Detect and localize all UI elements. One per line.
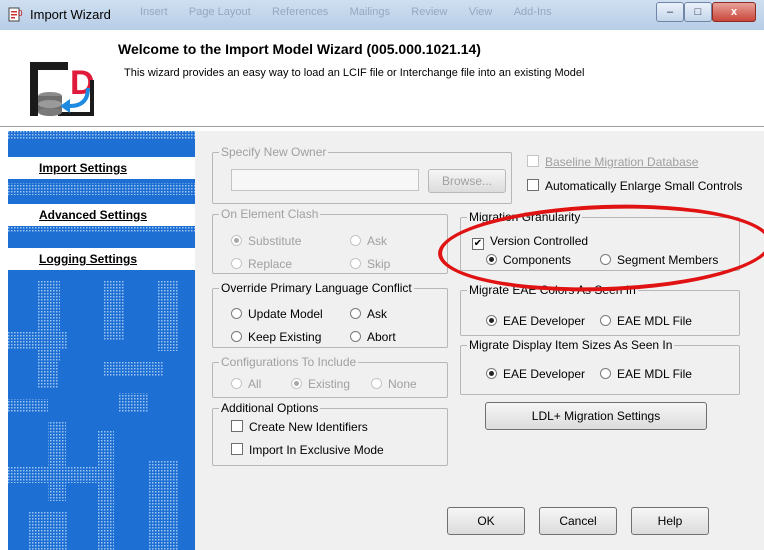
import-settings-panel: Specify New Owner Browse... Baseline Mig… [195,131,764,550]
configurations-title: Configurations To Include [219,355,359,369]
exclusive-mode-checkbox[interactable]: Import In Exclusive Mode [231,443,384,457]
help-button[interactable]: Help [631,507,709,535]
config-none-radio[interactable]: None [371,377,417,391]
svg-text:0: 0 [18,9,23,18]
clash-substitute-radio[interactable]: Substitute [231,234,301,248]
config-all-radio[interactable]: All [231,377,261,391]
additional-options-group: Additional Options [212,401,448,466]
colors-eae-developer-radio[interactable]: EAE Developer [486,314,585,328]
none-label: None [388,377,417,391]
colors-eae-mdl-radio[interactable]: EAE MDL File [600,314,692,328]
override-ask-radio[interactable]: Ask [350,307,387,321]
settings-sidebar: Import Settings Advanced Settings Loggin… [8,131,195,550]
clash-skip-radio[interactable]: Skip [350,257,390,271]
sizes-developer-label: EAE Developer [503,367,586,381]
import-wizard-icon: 0 [8,7,23,22]
existing-label: Existing [308,377,351,391]
all-label: All [248,377,262,391]
browse-button[interactable]: Browse... [428,169,506,193]
config-existing-radio[interactable]: Existing [291,377,350,391]
exclusive-mode-label: Import In Exclusive Mode [249,443,384,457]
window-title: Import Wizard [30,7,111,22]
checkbox-box [527,179,539,191]
ghost-tab: Page Layout [188,6,251,18]
wizard-title: Welcome to the Import Model Wizard (005.… [118,41,481,57]
title-bar: 0 Import Wizard Insert Page Layout Refer… [0,0,764,31]
ghost-tab: Mailings [349,6,390,18]
sidebar-item-import-settings[interactable]: Import Settings [8,157,195,179]
sizes-mdl-label: EAE MDL File [617,367,692,381]
display-sizes-title: Migrate Display Item Sizes As Seen In [467,338,675,352]
update-model-label: Update Model [248,307,323,321]
sidebar-item-logging-settings[interactable]: Logging Settings [8,248,195,270]
colors-developer-label: EAE Developer [503,314,586,328]
sidebar-pattern [8,131,195,550]
clash-ask-radio[interactable]: Ask [350,234,387,248]
wizard-description: This wizard provides an easy way to load… [124,67,585,79]
abort-label: Abort [367,330,396,344]
enlarge-controls-checkbox[interactable]: Automatically Enlarge Small Controls [527,179,742,193]
background-ribbon-tabs: Insert Page Layout References Mailings R… [140,4,580,24]
keep-existing-label: Keep Existing [248,330,322,344]
close-button[interactable]: x [712,2,756,22]
ask-label: Ask [367,234,388,248]
create-identifiers-label: Create New Identifiers [249,420,368,434]
override-ask-label: Ask [367,307,388,321]
sizes-eae-developer-radio[interactable]: EAE Developer [486,367,585,381]
ghost-tab: View [468,6,493,18]
baseline-label: Baseline Migration Database [545,155,699,169]
import-model-logo-icon: D [30,62,96,116]
clash-replace-radio[interactable]: Replace [231,257,292,271]
substitute-label: Substitute [248,234,302,248]
maximize-button[interactable]: □ [684,2,712,22]
ldl-migration-settings-button[interactable]: LDL+ Migration Settings [485,402,707,430]
checkbox-box [527,155,539,167]
ok-button[interactable]: OK [447,507,525,535]
enlarge-label: Automatically Enlarge Small Controls [545,179,743,193]
owner-group-title: Specify New Owner [219,145,329,159]
override-language-title: Override Primary Language Conflict [219,281,414,295]
ghost-tab: Review [411,6,448,18]
colors-mdl-label: EAE MDL File [617,314,692,328]
ghost-tab: References [271,6,329,18]
replace-label: Replace [248,257,293,271]
element-clash-title: On Element Clash [219,207,321,221]
skip-label: Skip [367,257,391,271]
ghost-tab: Insert [140,6,168,18]
override-abort-radio[interactable]: Abort [350,330,396,344]
minimize-button[interactable]: – [656,2,684,22]
ghost-tab: Add-Ins [513,6,552,18]
sizes-eae-mdl-radio[interactable]: EAE MDL File [600,367,692,381]
cancel-button[interactable]: Cancel [539,507,617,535]
eae-colors-group: Migrate EAE Colors As Seen In [460,283,740,336]
additional-options-title: Additional Options [219,401,321,415]
owner-input[interactable] [231,169,419,191]
baseline-migration-checkbox[interactable]: Baseline Migration Database [527,155,698,169]
override-update-model-radio[interactable]: Update Model [231,307,323,321]
sidebar-item-advanced-settings[interactable]: Advanced Settings [8,204,195,226]
create-identifiers-checkbox[interactable]: Create New Identifiers [231,420,368,434]
override-keep-existing-radio[interactable]: Keep Existing [231,330,321,344]
